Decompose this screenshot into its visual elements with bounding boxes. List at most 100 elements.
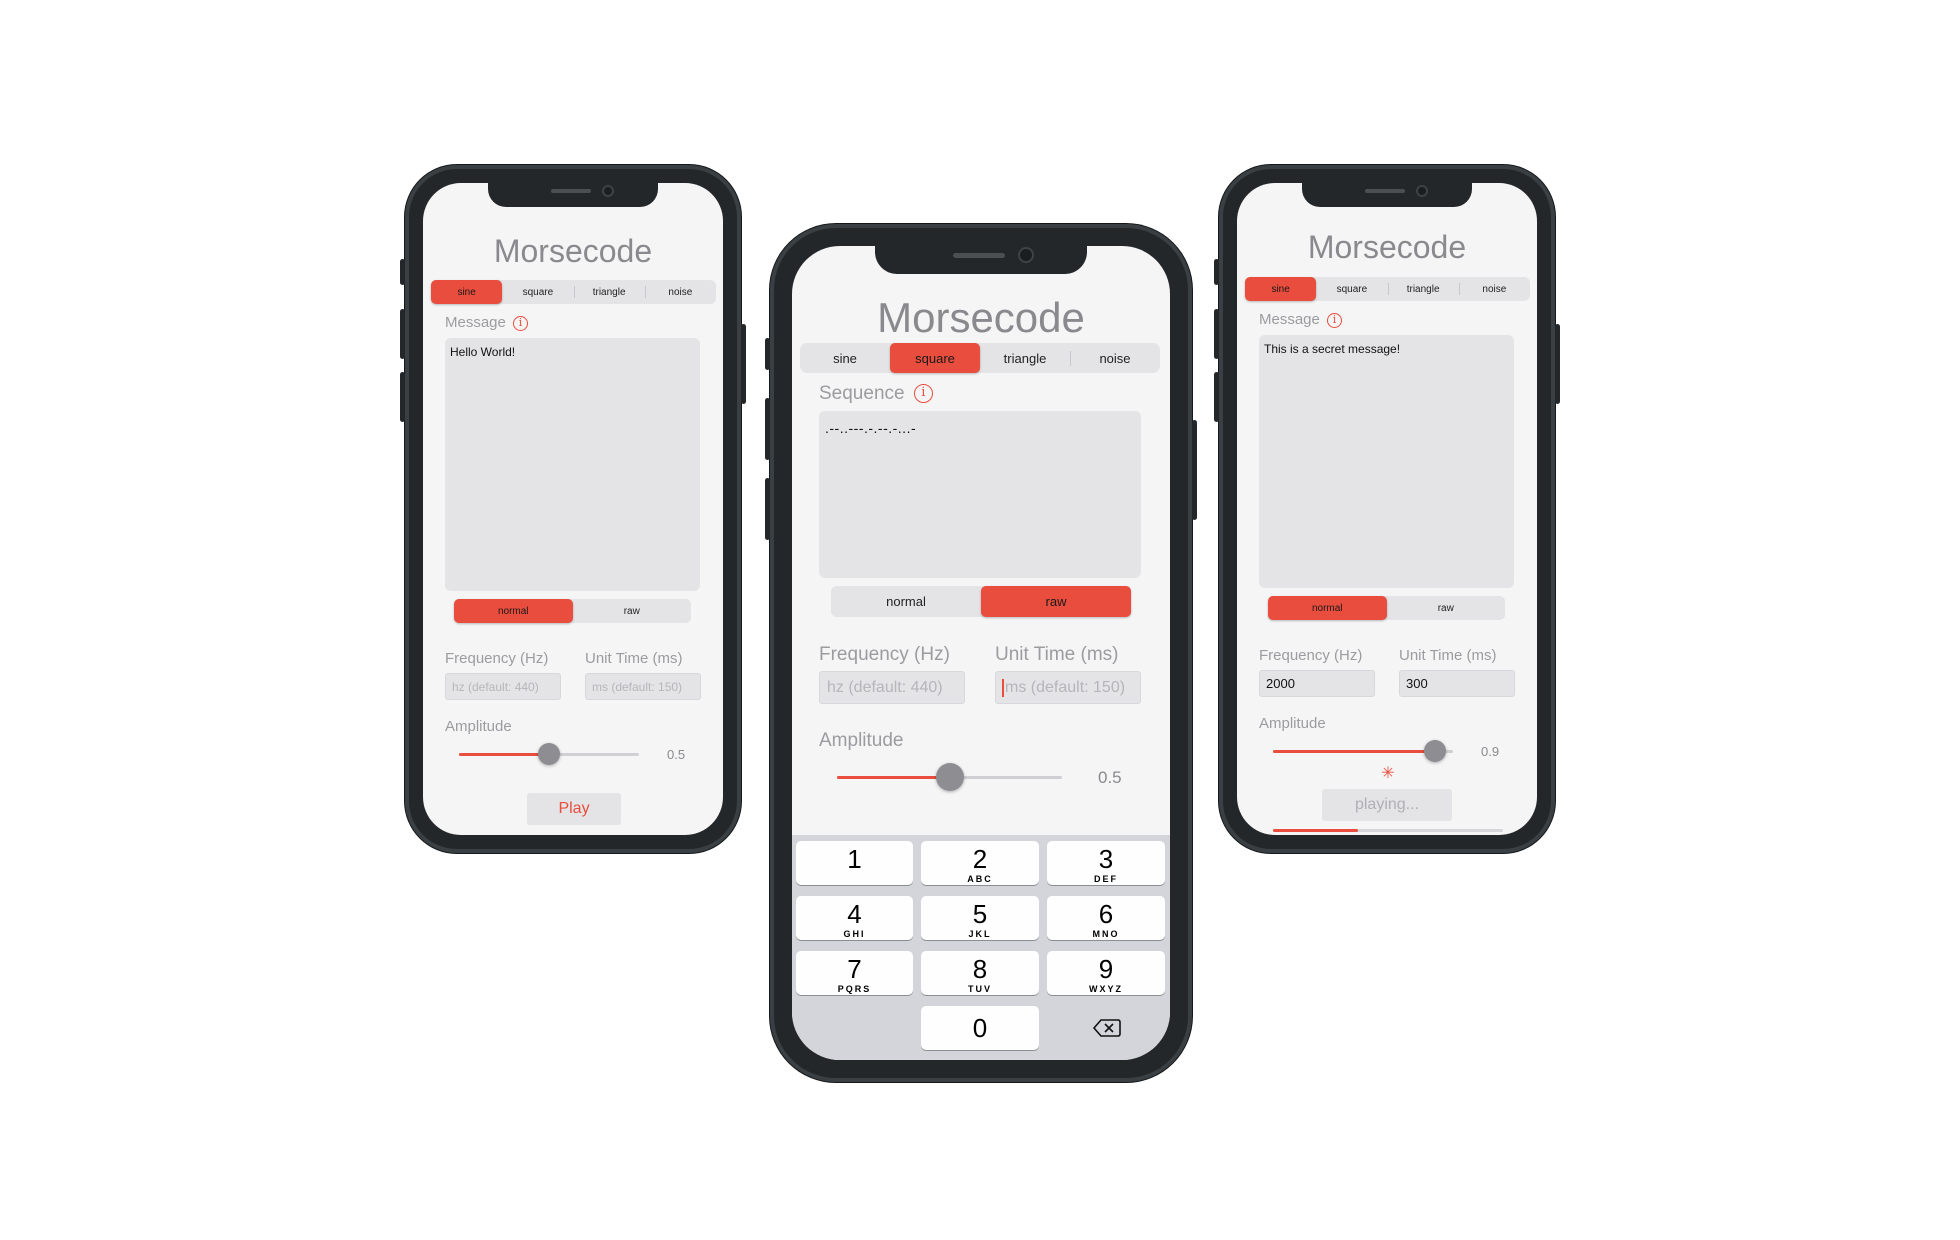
waveform-option-sine[interactable]: sine <box>800 343 890 373</box>
power-button <box>1192 420 1197 520</box>
amplitude-label: Amplitude <box>819 730 904 751</box>
key-2[interactable]: 2 ABC <box>921 841 1039 885</box>
amplitude-slider-thumb[interactable] <box>538 743 560 765</box>
unit-time-placeholder: ms (default: 150) <box>1005 678 1126 696</box>
mode-selector: normal raw <box>1268 596 1505 620</box>
waveform-option-noise[interactable]: noise <box>644 280 716 304</box>
amplitude-value: 0.5 <box>1098 768 1122 787</box>
amplitude-slider-thumb[interactable] <box>936 763 964 791</box>
waveform-option-sine[interactable]: sine <box>431 280 503 304</box>
key-0[interactable]: 0 <box>921 1006 1039 1050</box>
unit-time-input[interactable]: ms (default: 150) <box>585 673 701 700</box>
mode-option-normal[interactable]: normal <box>831 586 981 617</box>
notch <box>488 183 658 207</box>
mode-option-raw[interactable]: raw <box>1387 596 1506 620</box>
input-label-text: Sequence <box>819 383 905 404</box>
volume-up-button <box>765 398 770 460</box>
mode-option-normal[interactable]: normal <box>1268 596 1387 620</box>
unit-time-label: Unit Time (ms) <box>995 644 1119 665</box>
playback-progress-fill <box>1273 829 1358 832</box>
side-button <box>765 338 770 370</box>
speaker <box>551 189 591 193</box>
screen: Morsecode sine square triangle noise Mes… <box>1237 183 1537 835</box>
volume-down-button <box>765 478 770 540</box>
key-9[interactable]: 9 WXYZ <box>1047 951 1165 995</box>
power-button <box>741 324 746 404</box>
message-textarea[interactable]: Hello World! <box>445 338 700 591</box>
frequency-input[interactable]: 2000 <box>1259 670 1375 697</box>
text-cursor <box>1002 678 1004 697</box>
notch <box>875 246 1087 274</box>
key-5[interactable]: 5 JKL <box>921 896 1039 940</box>
waveform-option-noise[interactable]: noise <box>1070 343 1160 373</box>
camera <box>602 185 614 197</box>
unit-time-label: Unit Time (ms) <box>585 650 683 667</box>
amplitude-slider-fill <box>459 753 549 756</box>
volume-down-button <box>1214 372 1219 422</box>
sequence-textarea[interactable]: .--..---.-.--.-...- <box>819 411 1141 578</box>
waveform-option-noise[interactable]: noise <box>1458 277 1530 301</box>
amplitude-label: Amplitude <box>1259 715 1326 732</box>
key-4[interactable]: 4 GHI <box>796 896 913 940</box>
camera <box>1416 185 1428 197</box>
amplitude-slider-fill <box>837 776 950 779</box>
camera <box>1018 247 1034 263</box>
backspace-icon[interactable] <box>1092 1017 1122 1039</box>
loading-spinner-icon: ✳ <box>1381 765 1395 782</box>
amplitude-label: Amplitude <box>445 718 512 735</box>
app-title: Morsecode <box>1307 229 1467 265</box>
waveform-option-square[interactable]: square <box>890 343 980 373</box>
phone-middle: Morsecode sine square triangle noise Seq… <box>765 224 1197 1082</box>
unit-time-input[interactable]: ms (default: 150) <box>995 671 1141 704</box>
mode-option-raw[interactable]: raw <box>573 599 692 623</box>
power-button <box>1555 324 1560 404</box>
mode-option-raw[interactable]: raw <box>981 586 1131 617</box>
play-button[interactable]: Play <box>527 793 621 825</box>
amplitude-slider-thumb[interactable] <box>1424 740 1446 762</box>
waveform-option-triangle[interactable]: triangle <box>980 343 1070 373</box>
waveform-selector: sine square triangle noise <box>1245 277 1530 301</box>
input-label: Message i <box>1259 311 1343 328</box>
info-icon[interactable]: i <box>513 315 529 331</box>
frequency-label: Frequency (Hz) <box>445 650 549 667</box>
info-icon[interactable]: i <box>913 384 933 404</box>
input-label: Sequence i <box>819 383 933 405</box>
input-label: Message i <box>445 314 529 331</box>
key-7[interactable]: 7 PQRS <box>796 951 913 995</box>
waveform-option-triangle[interactable]: triangle <box>1387 277 1459 301</box>
info-icon[interactable]: i <box>1327 312 1343 328</box>
mode-selector: normal raw <box>831 586 1131 617</box>
waveform-selector: sine square triangle noise <box>800 343 1160 373</box>
frequency-label: Frequency (Hz) <box>819 644 950 665</box>
key-6[interactable]: 6 MNO <box>1047 896 1165 940</box>
key-1[interactable]: 1 <box>796 841 913 885</box>
speaker <box>953 253 1005 258</box>
amplitude-slider-fill <box>1273 750 1435 753</box>
speaker <box>1365 189 1405 193</box>
input-label-text: Message <box>1259 311 1320 328</box>
message-textarea[interactable]: This is a secret message! <box>1259 335 1514 588</box>
frequency-input[interactable]: hz (default: 440) <box>819 671 965 704</box>
side-button <box>400 259 405 285</box>
frequency-input[interactable]: hz (default: 440) <box>445 673 561 700</box>
amplitude-value: 0.9 <box>1481 744 1500 759</box>
numeric-keypad: 1 2 ABC 3 DEF 4 GHI 5 JKL 6 MNO 7 PQRS 8 TUV 9W… <box>792 835 1170 1060</box>
phone-left: Morsecode sine square triangle noise Mes… <box>400 165 746 853</box>
mode-selector: normal raw <box>454 599 691 623</box>
waveform-option-square[interactable]: square <box>1316 277 1387 301</box>
waveform-option-triangle[interactable]: triangle <box>573 280 645 304</box>
play-button[interactable]: playing... <box>1322 789 1452 821</box>
input-label-text: Message <box>445 314 506 331</box>
frequency-label: Frequency (Hz) <box>1259 647 1363 664</box>
volume-up-button <box>1214 309 1219 359</box>
app-title: Morsecode <box>877 294 1085 341</box>
mode-option-normal[interactable]: normal <box>454 599 573 623</box>
app-title: Morsecode <box>493 233 653 269</box>
key-8[interactable]: 8 TUV <box>921 951 1039 995</box>
side-button <box>1214 259 1219 285</box>
waveform-option-sine[interactable]: sine <box>1245 277 1317 301</box>
key-3[interactable]: 3 DEF <box>1047 841 1165 885</box>
amplitude-value: 0.5 <box>667 747 686 762</box>
waveform-option-square[interactable]: square <box>502 280 573 304</box>
unit-time-input[interactable]: 300 <box>1399 670 1515 697</box>
